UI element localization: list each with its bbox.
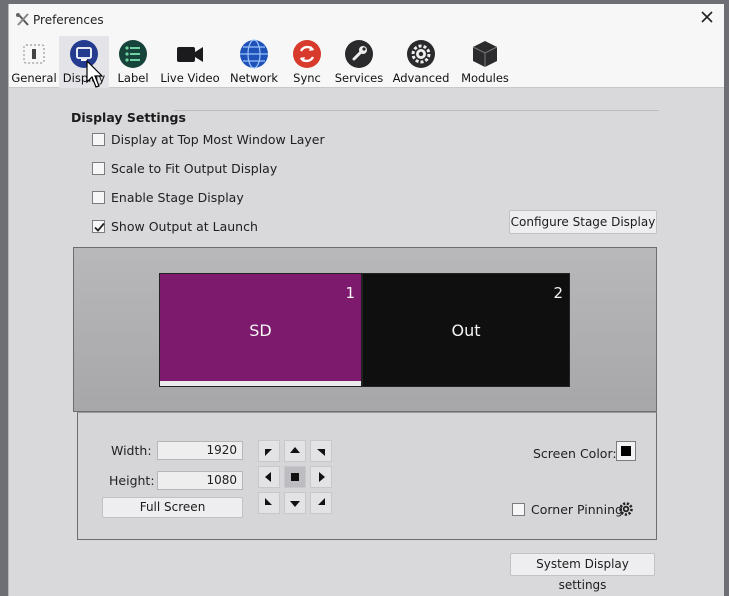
arrow-down-left-icon bbox=[265, 498, 272, 505]
arrow-down-right-icon bbox=[318, 498, 325, 505]
display-settings-heading: Display Settings bbox=[71, 110, 186, 125]
screen-name: Out bbox=[451, 321, 481, 340]
tab-modules[interactable]: Modules bbox=[457, 36, 513, 88]
label-icon bbox=[119, 40, 147, 68]
nudge-down-right-button[interactable] bbox=[310, 492, 332, 514]
arrow-down-icon bbox=[290, 501, 300, 507]
option-label: Scale to Fit Output Display bbox=[111, 161, 278, 176]
wrench-icon bbox=[345, 40, 373, 68]
screen-controls-panel: Width: 1920 Height: 1080 Full Screen Scr… bbox=[77, 412, 657, 540]
arrow-up-right-icon bbox=[317, 449, 325, 456]
height-label: Height: bbox=[109, 473, 155, 488]
checkbox[interactable] bbox=[512, 503, 525, 516]
mouse-pointer-icon bbox=[86, 60, 104, 88]
tab-advanced[interactable]: Advanced bbox=[391, 36, 451, 88]
screen-number: 2 bbox=[553, 284, 563, 302]
screen-color-label: Screen Color: bbox=[533, 446, 617, 461]
sync-icon bbox=[293, 40, 321, 68]
close-icon[interactable] bbox=[696, 6, 718, 28]
height-input[interactable]: 1080 bbox=[157, 471, 243, 490]
full-screen-button[interactable]: Full Screen bbox=[102, 497, 243, 518]
screen-selection-bar bbox=[160, 381, 361, 386]
nudge-up-left-button[interactable] bbox=[258, 440, 280, 462]
checkbox[interactable] bbox=[92, 162, 105, 175]
title-bar: Preferences bbox=[9, 4, 724, 36]
tab-label: Modules bbox=[461, 71, 509, 85]
checkbox-checked[interactable] bbox=[92, 220, 105, 233]
arrow-right-icon bbox=[319, 472, 325, 482]
section-divider bbox=[174, 110, 659, 111]
screen-1-sd[interactable]: 1 SD bbox=[159, 273, 362, 387]
system-display-settings-button[interactable]: System Display settings bbox=[510, 553, 655, 592]
preferences-tools-icon bbox=[16, 13, 29, 26]
screen-name: SD bbox=[249, 321, 272, 340]
screen-color-swatch[interactable] bbox=[616, 441, 636, 461]
arrow-left-icon bbox=[265, 472, 271, 482]
corner-pinning-settings-gear-icon[interactable] bbox=[618, 501, 634, 517]
option-label: Corner Pinning bbox=[531, 502, 623, 517]
tab-network[interactable]: Network bbox=[227, 36, 281, 88]
nudge-down-button[interactable] bbox=[284, 492, 306, 514]
tab-label: Live Video bbox=[160, 71, 220, 85]
preferences-window: Preferences General Display Label Live V… bbox=[8, 4, 724, 596]
nudge-up-right-button[interactable] bbox=[310, 440, 332, 462]
tab-services[interactable]: Services bbox=[333, 36, 385, 88]
globe-icon bbox=[240, 39, 268, 69]
window-title: Preferences bbox=[33, 13, 104, 27]
checkbox[interactable] bbox=[92, 191, 105, 204]
checkmark-icon bbox=[94, 222, 105, 232]
tab-sync[interactable]: Sync bbox=[285, 36, 329, 88]
tab-label: General bbox=[11, 71, 57, 85]
tab-label: Services bbox=[334, 71, 384, 85]
tab-general[interactable]: General bbox=[11, 36, 57, 88]
nudge-up-button[interactable] bbox=[284, 440, 306, 462]
tab-label: Advanced bbox=[392, 71, 450, 85]
screen-layout-preview: 1 SD 2 Out bbox=[73, 247, 657, 412]
screen-number: 1 bbox=[345, 284, 355, 302]
option-label: Enable Stage Display bbox=[111, 190, 244, 205]
checkbox[interactable] bbox=[92, 133, 105, 146]
gear-icon bbox=[407, 40, 435, 68]
preferences-toolbar: General Display Label Live Video Network… bbox=[9, 36, 724, 88]
option-label: Show Output at Launch bbox=[111, 219, 258, 234]
stop-square-icon bbox=[291, 473, 299, 481]
nudge-left-button[interactable] bbox=[258, 466, 280, 488]
screen-2-out[interactable]: 2 Out bbox=[362, 273, 570, 387]
general-icon bbox=[23, 44, 45, 64]
nudge-down-left-button[interactable] bbox=[258, 492, 280, 514]
tab-label: Sync bbox=[293, 71, 321, 85]
arrow-up-icon bbox=[290, 447, 300, 453]
position-nudge-pad bbox=[258, 440, 333, 516]
arrow-up-left-icon bbox=[265, 449, 272, 456]
tab-live-video[interactable]: Live Video bbox=[159, 36, 221, 88]
width-label: Width: bbox=[111, 443, 152, 458]
color-fill bbox=[621, 446, 631, 456]
nudge-right-button[interactable] bbox=[310, 466, 332, 488]
tab-label-settings[interactable]: Label bbox=[113, 36, 153, 88]
cube-icon bbox=[472, 41, 498, 67]
tab-label: Label bbox=[117, 71, 149, 85]
video-camera-icon bbox=[177, 47, 203, 62]
configure-stage-display-button[interactable]: Configure Stage Display bbox=[509, 210, 657, 234]
center-button[interactable] bbox=[284, 466, 306, 488]
width-input[interactable]: 1920 bbox=[157, 441, 243, 460]
option-label: Display at Top Most Window Layer bbox=[111, 132, 325, 147]
tab-label: Network bbox=[229, 71, 279, 85]
